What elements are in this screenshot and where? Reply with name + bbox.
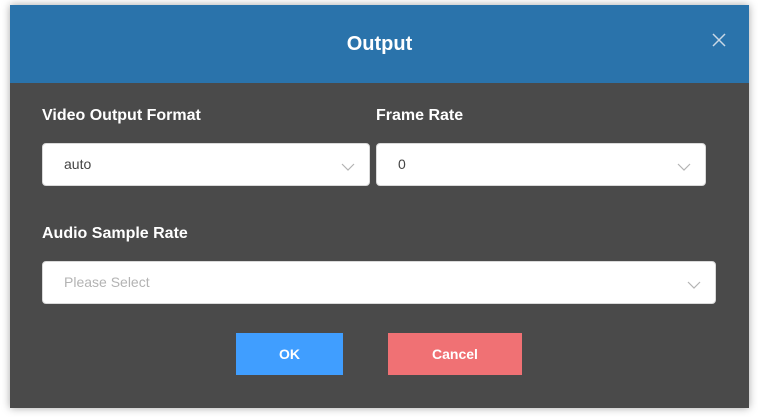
frame-rate-label: Frame Rate <box>376 107 464 124</box>
cancel-button[interactable]: Cancel <box>388 333 522 375</box>
dialog-title: Output <box>346 33 413 55</box>
audio-sample-rate-placeholder: Please Select <box>64 274 150 290</box>
audio-sample-rate-select[interactable]: Please Select <box>42 261 716 304</box>
close-icon[interactable] <box>711 32 727 48</box>
video-output-format-label: Video Output Format <box>42 107 201 124</box>
chevron-down-icon <box>687 277 701 291</box>
ok-button[interactable]: OK <box>236 333 343 375</box>
frame-rate-value: 0 <box>398 156 406 172</box>
output-dialog: Output Video Output Format auto Frame Ra… <box>10 5 749 408</box>
audio-sample-rate-label: Audio Sample Rate <box>42 225 188 242</box>
dialog-header: Output <box>10 5 749 83</box>
chevron-down-icon <box>341 159 355 173</box>
chevron-down-icon <box>677 159 691 173</box>
frame-rate-select[interactable]: 0 <box>376 143 706 186</box>
video-output-format-value: auto <box>64 156 92 172</box>
video-output-format-select[interactable]: auto <box>42 143 370 186</box>
